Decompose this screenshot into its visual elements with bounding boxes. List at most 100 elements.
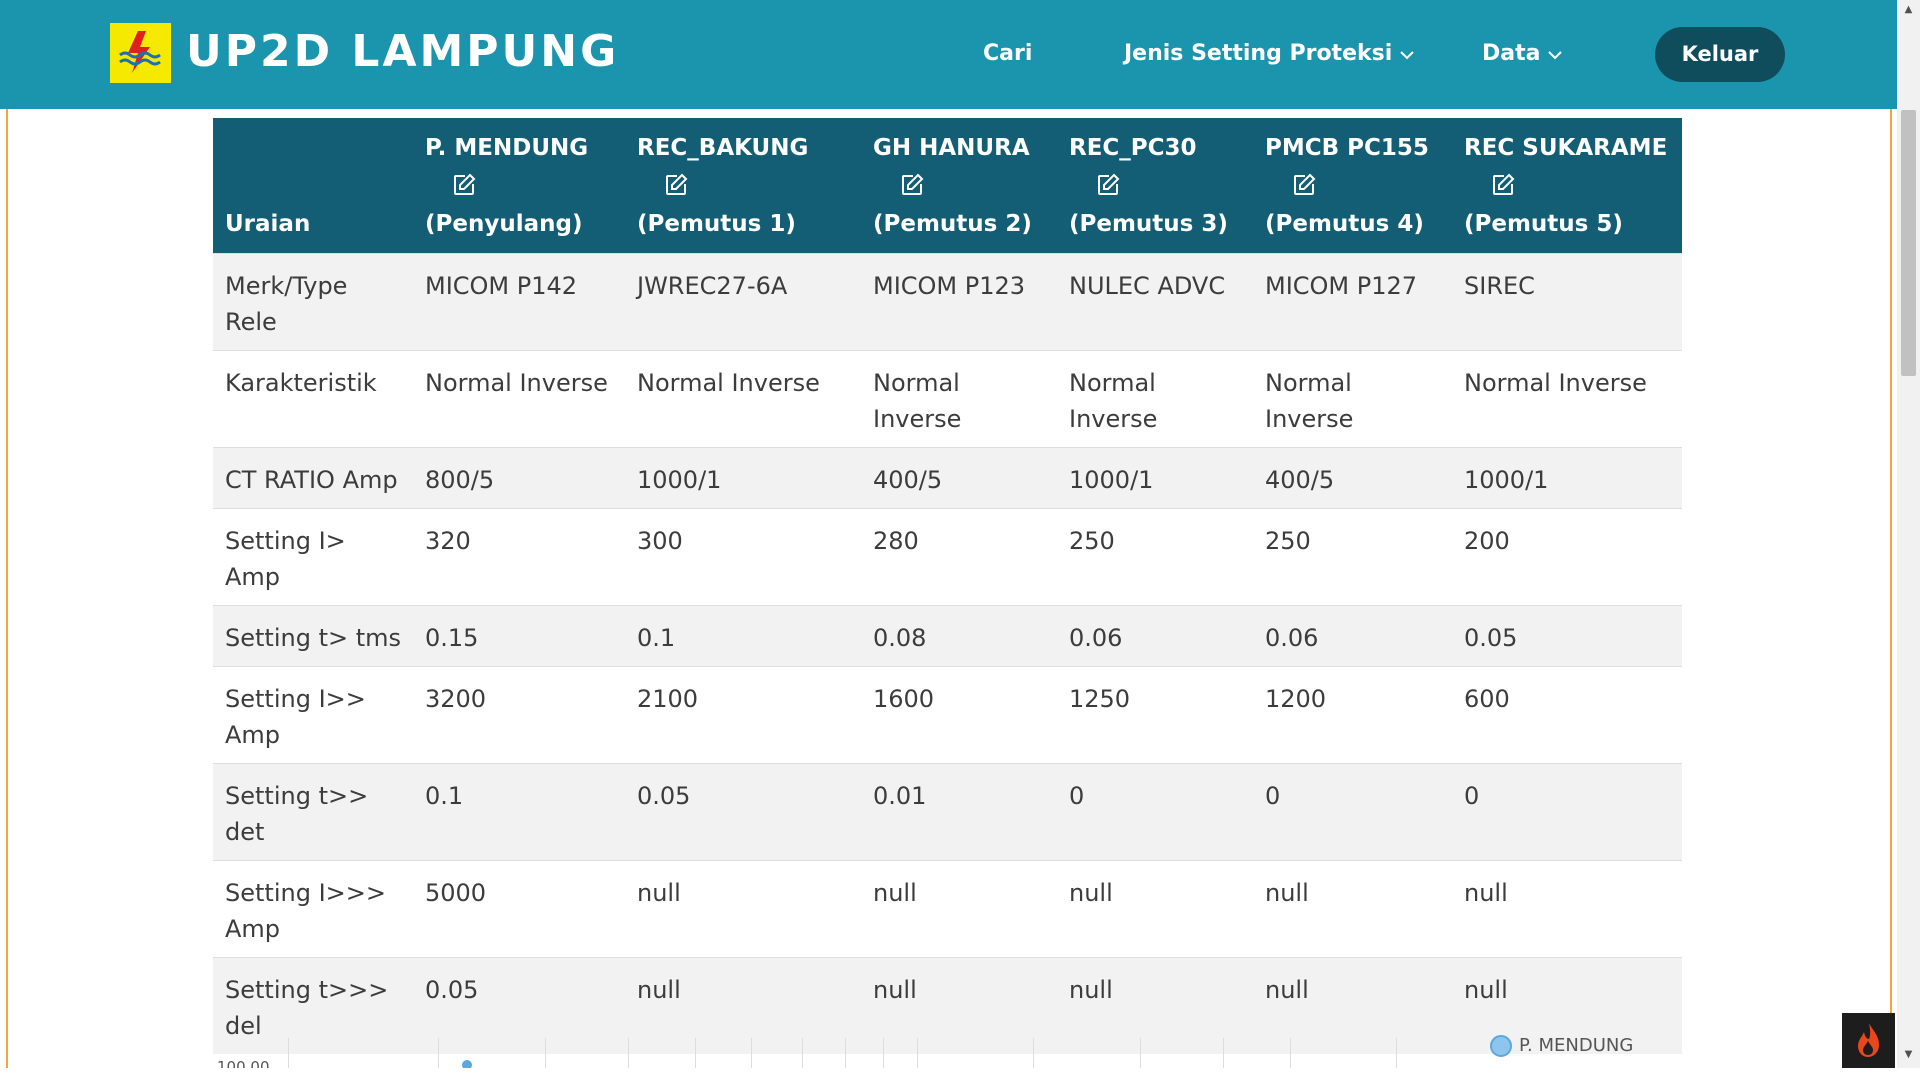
- logout-button[interactable]: Keluar: [1655, 27, 1785, 82]
- table-cell: 280: [861, 507, 1057, 605]
- table-row: Setting t>> det 0.1 0.05 0.01 0 0 0: [213, 762, 1682, 860]
- scroll-up-icon[interactable]: ▲: [1897, 0, 1920, 20]
- vertical-scrollbar[interactable]: ▲ ▼: [1897, 0, 1920, 1068]
- edit-icon[interactable]: [1491, 173, 1670, 199]
- table-cell: MICOM P142: [413, 252, 625, 350]
- table-row: Setting I>> Amp 3200 2100 1600 1250 1200…: [213, 665, 1682, 763]
- column-sub: (Pemutus 5): [1464, 210, 1623, 237]
- table-cell: 1000/1: [1057, 446, 1253, 508]
- table-cell: SIREC: [1452, 252, 1682, 350]
- row-label: Setting I> Amp: [213, 507, 413, 605]
- fire-icon[interactable]: [1842, 1013, 1895, 1068]
- table-cell: null: [1452, 859, 1682, 957]
- edit-icon[interactable]: [1096, 173, 1241, 199]
- table-row: Merk/Type Rele MICOM P142 JWREC27-6A MIC…: [213, 252, 1682, 350]
- table-cell: null: [1253, 859, 1452, 957]
- table-cell: Normal Inverse: [413, 349, 625, 447]
- table-cell: 2100: [625, 665, 861, 763]
- table-cell: 200: [1452, 507, 1682, 605]
- settings-table: Uraian P. MENDUNG (Penyulang) REC_BAKUNG…: [213, 118, 1682, 1054]
- nav-data[interactable]: Data: [1482, 36, 1563, 72]
- table-cell: 0.05: [1452, 604, 1682, 666]
- table-cell: null: [861, 859, 1057, 957]
- table-cell: 0.1: [625, 604, 861, 666]
- table-header-row: Uraian P. MENDUNG (Penyulang) REC_BAKUNG…: [213, 118, 1682, 253]
- column-sub: (Pemutus 3): [1069, 210, 1228, 237]
- brand-title[interactable]: UP2D LAMPUNG: [186, 22, 619, 82]
- table-cell: 1200: [1253, 665, 1452, 763]
- table-row: Setting I> Amp 320 300 280 250 250 200: [213, 507, 1682, 605]
- column-name: REC_PC30: [1069, 134, 1197, 161]
- row-label: Setting I>>> Amp: [213, 859, 413, 957]
- row-label: Setting I>> Amp: [213, 665, 413, 763]
- legend-marker[interactable]: [1490, 1035, 1512, 1057]
- column-sub: (Penyulang): [425, 210, 583, 237]
- grid-line: [695, 1038, 696, 1068]
- column-name: REC_BAKUNG: [637, 134, 809, 161]
- legend-label[interactable]: P. MENDUNG: [1519, 1035, 1633, 1057]
- column-sub: (Pemutus 2): [873, 210, 1032, 237]
- table-cell: 0: [1452, 762, 1682, 860]
- grid-line: [1033, 1038, 1034, 1068]
- header-column: REC SUKARAME (Pemutus 5): [1452, 118, 1682, 253]
- chart-point[interactable]: [462, 1060, 472, 1068]
- grid-line: [545, 1038, 546, 1068]
- table-cell: 300: [625, 507, 861, 605]
- nav-jenis-label: Jenis Setting Proteksi: [1124, 41, 1393, 66]
- scroll-down-icon[interactable]: ▼: [1897, 1045, 1920, 1065]
- table-cell: Normal Inverse: [1452, 349, 1682, 447]
- table-cell: 0.15: [413, 604, 625, 666]
- table-cell: 1600: [861, 665, 1057, 763]
- table-cell: MICOM P123: [861, 252, 1057, 350]
- table-cell: JWREC27-6A: [625, 252, 861, 350]
- chart-area: 100.00 P. MENDUNG: [213, 1030, 1682, 1068]
- table-row: Setting I>>> Amp 5000 null null null nul…: [213, 859, 1682, 957]
- table-cell: 250: [1253, 507, 1452, 605]
- table-cell: Normal Inverse: [861, 349, 1057, 447]
- column-name: REC SUKARAME: [1464, 134, 1668, 161]
- y-axis-tick: 100.00: [217, 1058, 270, 1068]
- nav-cari[interactable]: Cari: [983, 36, 1032, 72]
- row-label: Setting t>> det: [213, 762, 413, 860]
- table-cell: 1000/1: [1452, 446, 1682, 508]
- edit-icon[interactable]: [1292, 173, 1440, 199]
- edit-icon[interactable]: [900, 173, 1045, 199]
- navbar: UP2D LAMPUNG Cari Jenis Setting Proteksi…: [0, 0, 1897, 109]
- table-cell: Normal Inverse: [1253, 349, 1452, 447]
- grid-line: [1223, 1038, 1224, 1068]
- column-name: PMCB PC155: [1265, 134, 1429, 161]
- edit-icon[interactable]: [664, 173, 849, 199]
- right-divider: [1890, 109, 1892, 1068]
- grid-line: [628, 1038, 629, 1068]
- row-label: Karakteristik: [213, 349, 413, 447]
- grid-line: [1140, 1038, 1141, 1068]
- table-cell: 600: [1452, 665, 1682, 763]
- table-cell: 400/5: [861, 446, 1057, 508]
- left-divider: [6, 109, 8, 1068]
- row-label: Merk/Type Rele: [213, 252, 413, 350]
- header-column: GH HANURA (Pemutus 2): [861, 118, 1057, 253]
- table-row: Karakteristik Normal Inverse Normal Inve…: [213, 349, 1682, 447]
- edit-icon[interactable]: [452, 173, 613, 199]
- grid-line: [1290, 1038, 1291, 1068]
- scroll-thumb[interactable]: [1901, 110, 1916, 376]
- header-uraian: Uraian: [213, 118, 413, 253]
- table-cell: 0.08: [861, 604, 1057, 666]
- nav-cari-label: Cari: [983, 41, 1033, 66]
- grid-line: [288, 1038, 289, 1068]
- table-row: Setting t> tms 0.15 0.1 0.08 0.06 0.06 0…: [213, 604, 1682, 666]
- column-name: P. MENDUNG: [425, 134, 589, 161]
- table-cell: NULEC ADVC: [1057, 252, 1253, 350]
- table-cell: null: [1057, 859, 1253, 957]
- table-cell: 0: [1057, 762, 1253, 860]
- chevron-down-icon: [1548, 36, 1563, 72]
- column-name: GH HANURA: [873, 134, 1030, 161]
- table-cell: 320: [413, 507, 625, 605]
- grid-line: [802, 1038, 803, 1068]
- nav-jenis-setting-proteksi[interactable]: Jenis Setting Proteksi: [1124, 36, 1414, 72]
- grid-line: [917, 1038, 918, 1068]
- pln-logo[interactable]: [110, 23, 171, 83]
- nav-data-label: Data: [1482, 41, 1541, 66]
- table-cell: null: [625, 859, 861, 957]
- chevron-down-icon: [1400, 36, 1414, 72]
